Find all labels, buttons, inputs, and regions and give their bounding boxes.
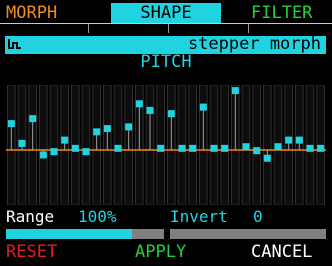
range-label: Range [6,207,55,226]
step-point[interactable] [306,144,314,152]
preset-name: stepper morph [187,34,321,54]
cancel-button[interactable]: CANCEL [251,242,312,262]
tab-morph[interactable]: MORPH [6,3,57,23]
step-point[interactable] [189,144,197,152]
range-slider-fill [6,229,133,239]
step-point[interactable] [263,154,271,162]
step-point[interactable] [210,144,218,152]
step-point[interactable] [242,143,250,151]
range-slider[interactable] [6,229,164,239]
step-column [49,85,59,205]
step-point[interactable] [167,110,175,118]
tab-tick [248,24,249,33]
step-point[interactable] [199,103,207,111]
step-point[interactable] [93,128,101,136]
step-column [81,85,91,205]
step-point[interactable] [253,147,261,155]
tab-tick [168,24,169,33]
step-point[interactable] [103,125,111,133]
step-point[interactable] [7,120,15,128]
step-column [263,85,272,205]
step-point[interactable] [18,139,26,147]
step-point[interactable] [178,144,186,152]
step-point[interactable] [221,144,229,152]
step-point[interactable] [29,115,37,123]
step-point[interactable] [231,87,239,95]
step-point[interactable] [135,100,143,108]
apply-button[interactable]: APPLY [135,242,186,262]
step-sequence-graph[interactable] [6,85,326,205]
step-column [252,85,261,205]
step-point[interactable] [82,148,90,156]
tab-divider [0,23,332,24]
reset-button[interactable]: RESET [6,242,57,262]
step-point[interactable] [157,144,165,152]
tab-tick [88,24,89,33]
range-value: 100% [78,207,117,226]
invert-label: Invert [170,207,228,226]
invert-value: 0 [253,207,263,226]
step-point[interactable] [285,136,293,144]
step-point[interactable] [39,151,47,159]
step-point[interactable] [50,148,58,156]
step-point[interactable] [125,123,133,131]
step-point[interactable] [317,144,325,152]
step-point[interactable] [274,143,282,151]
step-point[interactable] [146,106,154,114]
tab-shape[interactable]: SHAPE [111,3,221,23]
step-point[interactable] [71,144,79,152]
step-point[interactable] [61,136,69,144]
parameter-title: PITCH [140,52,192,72]
step-point[interactable] [295,136,303,144]
invert-slider[interactable] [170,229,326,239]
step-column [39,85,48,205]
tab-filter[interactable]: FILTER [251,3,312,23]
step-point[interactable] [114,144,122,152]
